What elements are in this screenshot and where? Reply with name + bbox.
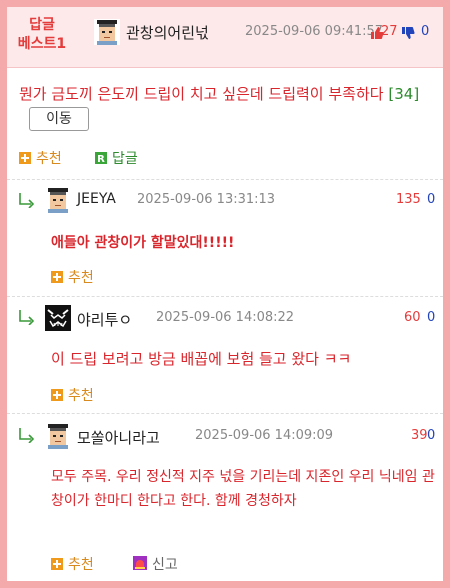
report-label: 신고 — [152, 557, 178, 573]
recommend-label: 추천 — [68, 388, 94, 404]
timestamp: 2025-09-06 14:09:09 — [195, 428, 334, 443]
upvote-count: 27 — [381, 24, 398, 39]
upvote-count[interactable]: 60 — [404, 310, 421, 325]
badge-line2: 베스트1 — [17, 36, 67, 52]
downvote-count: 0 — [421, 24, 430, 39]
downvote-count[interactable]: 0 — [427, 428, 435, 443]
downvote-count[interactable]: 0 — [427, 310, 435, 325]
downvote-count[interactable]: 0 — [427, 192, 435, 207]
best-reply-text: 뭔가 금도끼 은도끼 드립이 치고 싶은데 드립력이 부족하다 [34] 이동 — [19, 82, 437, 131]
nickname[interactable]: JEEYA — [77, 191, 116, 207]
avatar[interactable] — [45, 423, 71, 449]
svg-text:R: R — [97, 154, 105, 164]
recommend-label: 추천 — [36, 151, 62, 167]
avatar[interactable] — [94, 19, 120, 45]
thumbs-down-icon[interactable] — [401, 26, 415, 40]
timestamp: 2025-09-06 14:08:22 — [156, 310, 295, 325]
reply-arrow-icon — [19, 310, 35, 325]
plus-square-icon — [51, 271, 63, 283]
comment-text: 애들아 관창이가 할말있대!!!!! — [51, 235, 235, 251]
recommend-label: 추천 — [68, 557, 94, 573]
upvote-count[interactable]: 135 — [396, 192, 421, 207]
recommend-button[interactable]: 추천 — [51, 554, 94, 574]
nickname[interactable]: 관창의어린넋 — [126, 22, 209, 43]
timestamp: 2025-09-06 09:41:57 — [245, 24, 384, 39]
recommend-button[interactable]: 추천 — [51, 385, 94, 405]
reply-count[interactable]: [34] — [388, 85, 419, 103]
badge-line1: 답글 — [29, 17, 55, 33]
best-reply-header: 답글 베스트1 관창의어린넋 2025-09-06 09:41:57 27 0 — [7, 7, 443, 68]
reply-label: 답글 — [112, 151, 138, 167]
plus-square-icon — [51, 389, 63, 401]
plus-square-icon — [19, 152, 31, 164]
reply-arrow-icon — [19, 428, 35, 443]
reply-button[interactable]: R 답글 — [95, 148, 138, 168]
timestamp: 2025-09-06 13:31:13 — [137, 192, 276, 207]
best-badge: 답글 베스트1 — [16, 16, 68, 54]
upvote-count[interactable]: 39 — [411, 428, 428, 443]
move-button[interactable]: 이동 — [29, 106, 89, 131]
plus-square-icon — [51, 558, 63, 570]
report-button[interactable]: 신고 — [133, 554, 178, 574]
avatar[interactable] — [45, 187, 71, 213]
comment-text: 이 드립 보려고 방금 배꼽에 보험 들고 왔다 ㅋㅋ — [51, 350, 352, 368]
r-square-icon: R — [95, 152, 107, 164]
recommend-label: 추천 — [68, 270, 94, 286]
comment-text: 모두 주목. 우리 정신적 지주 넋을 기리는데 지존인 우리 닉네임 관창이가… — [51, 469, 435, 509]
nickname[interactable]: 모쏠아니라고 — [77, 427, 160, 448]
recommend-button[interactable]: 추천 — [51, 267, 94, 287]
divider — [7, 413, 443, 414]
comment-panel: 답글 베스트1 관창의어린넋 2025-09-06 09:41:57 27 0 … — [7, 7, 443, 581]
reply-body: 뭔가 금도끼 은도끼 드립이 치고 싶은데 드립력이 부족하다 — [19, 85, 384, 103]
avatar[interactable] — [45, 305, 71, 331]
nickname[interactable]: 야리투ㅇ — [77, 309, 132, 330]
siren-icon — [133, 556, 147, 570]
recommend-button[interactable]: 추천 — [19, 148, 62, 168]
reply-arrow-icon — [19, 193, 35, 208]
divider — [7, 296, 443, 297]
divider — [7, 179, 443, 180]
